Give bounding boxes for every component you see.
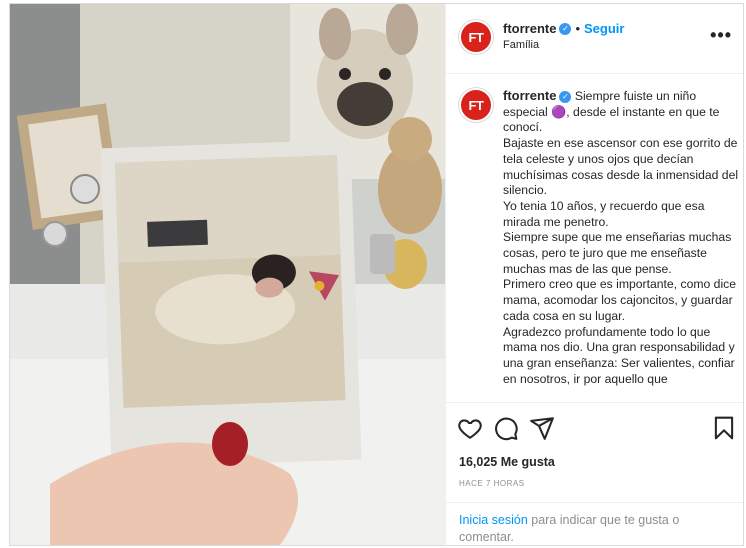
username-link[interactable]: ftorrente — [503, 21, 556, 36]
share-icon[interactable] — [529, 415, 555, 441]
heart-icon[interactable] — [457, 415, 483, 441]
post-side-panel: FT ftorrente ✓ • Seguir Família ••• FT ftor… — [445, 4, 743, 545]
photo-illustration — [10, 4, 445, 545]
avatar-initials: FT — [468, 29, 484, 45]
location-link[interactable]: Família — [503, 39, 539, 51]
comment-icon[interactable] — [493, 415, 519, 441]
separator-dot: • — [575, 21, 581, 36]
header-user-row: ftorrente ✓ • Seguir — [503, 20, 624, 38]
caption-text: Siempre fuiste un niño especial 🟣, desde… — [503, 89, 739, 386]
post-timestamp: HACE 7 HORAS — [459, 479, 525, 488]
instagram-post-embed: FT ftorrente ✓ • Seguir Família ••• FT ftor… — [9, 3, 744, 546]
login-link[interactable]: Inicia sesión — [459, 513, 528, 527]
caption-avatar-initials: FT — [468, 97, 484, 113]
post-photo[interactable] — [10, 4, 445, 545]
bookmark-icon[interactable] — [711, 415, 737, 441]
post-header: FT ftorrente ✓ • Seguir Família ••• — [446, 4, 743, 74]
caption-avatar[interactable]: FT — [459, 88, 493, 122]
verified-badge-icon: ✓ — [559, 22, 572, 35]
caption-username[interactable]: ftorrente — [503, 88, 556, 103]
login-prompt: Inicia sesión para indicar que te gusta … — [446, 502, 743, 545]
caption-verified-badge-icon: ✓ — [559, 90, 572, 103]
follow-button[interactable]: Seguir — [584, 21, 624, 36]
post-actions: 16,025 Me gusta HACE 7 HORAS Inicia sesi… — [446, 402, 743, 545]
more-options-icon[interactable]: ••• — [710, 26, 732, 44]
likes-count[interactable]: 16,025 Me gusta — [459, 455, 555, 469]
profile-avatar[interactable]: FT — [459, 20, 493, 54]
post-caption: ftorrente ✓ Siempre fuiste un niño especi… — [503, 88, 741, 387]
comments-area: FT ftorrente ✓ Siempre fuiste un niño esp… — [446, 75, 743, 401]
